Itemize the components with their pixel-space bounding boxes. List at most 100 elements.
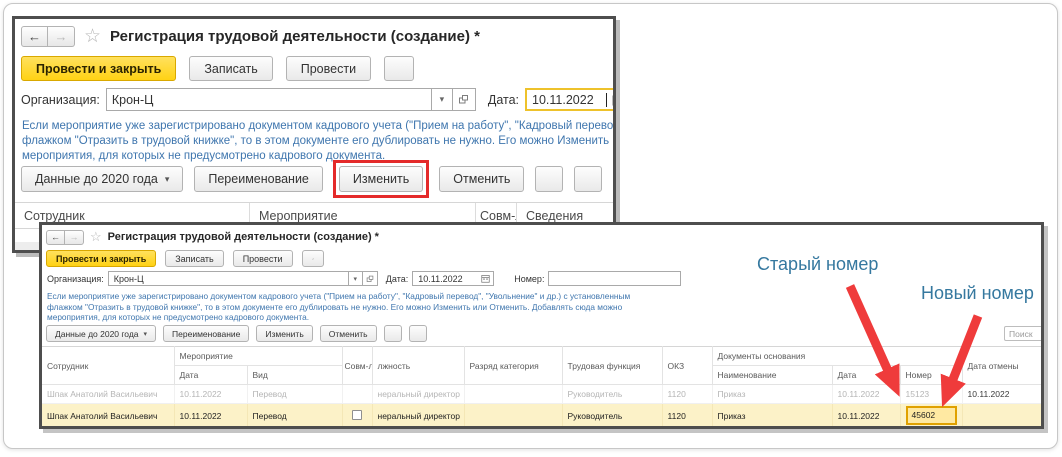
search-input[interactable] [1004, 326, 1044, 341]
cell-event-kind: Перевод [247, 385, 342, 404]
column-position[interactable]: лжность [372, 347, 464, 385]
move-down-button[interactable] [574, 166, 602, 192]
attach-button[interactable] [384, 56, 414, 81]
favorite-star-icon[interactable]: ☆ [84, 25, 101, 48]
favorite-star-icon[interactable]: ☆ [90, 229, 102, 245]
info-text: Если мероприятие уже зарегистрировано до… [47, 291, 1037, 323]
data-before-2020-label: Данные до 2020 года [35, 172, 158, 186]
dropdown-button[interactable]: ▾ [349, 275, 362, 283]
column-doc-date[interactable]: Дата [832, 366, 900, 385]
table-row[interactable]: Шпак Анатолий Васильевич 10.11.2022 Пере… [42, 385, 1044, 404]
number-field[interactable] [548, 271, 681, 286]
column-event-group[interactable]: Мероприятие [174, 347, 342, 366]
post-and-close-button[interactable]: Провести и закрыть [21, 56, 176, 81]
calendar-button[interactable] [607, 94, 616, 106]
old-number-annotation: Старый номер [757, 254, 878, 275]
post-button[interactable]: Провести [286, 56, 371, 81]
cell-event-date: 10.11.2022 [174, 404, 247, 428]
post-button[interactable]: Провести [233, 250, 293, 267]
column-event-kind[interactable]: Вид [247, 366, 342, 385]
dropdown-caret-icon: ▾ [144, 330, 148, 338]
paperclip-icon [312, 254, 314, 264]
date-field[interactable]: 10.11.2022 [412, 271, 494, 286]
date-label: Дата: [386, 274, 408, 284]
info-line: мероприятия, для которых не предусмотрен… [47, 312, 1037, 323]
front-window: ← → ☆ Регистрация трудовой деятельности … [39, 222, 1044, 429]
new-number-annotation: Новый номер [921, 283, 1034, 304]
org-field[interactable]: Крон-Ц ▾ [106, 88, 476, 111]
column-doc-name[interactable]: Наименование [712, 366, 832, 385]
number-label: Номер: [514, 274, 544, 284]
info-line: флажком "Отразить в трудовой книжке", то… [22, 134, 615, 149]
cell-employee: Шпак Анатолий Васильевич [42, 385, 174, 404]
open-icon [458, 94, 469, 105]
cell-doc-number: 15123 [900, 385, 962, 404]
move-up-button[interactable] [535, 166, 563, 192]
org-label: Организация: [47, 274, 104, 284]
open-icon [366, 275, 374, 283]
cell-grade [464, 404, 562, 428]
column-docs-group[interactable]: Документы основания [712, 347, 962, 366]
move-down-button[interactable] [409, 325, 427, 342]
save-button[interactable]: Записать [165, 250, 223, 267]
data-before-2020-button[interactable]: Данные до 2020 года ▾ [46, 325, 156, 342]
cell-position: неральный директор [372, 404, 464, 428]
org-value: Крон-Ц [107, 93, 431, 107]
column-grade[interactable]: Разряд категория [464, 347, 562, 385]
open-link-button[interactable] [363, 275, 377, 283]
part-time-checkbox[interactable] [352, 410, 362, 420]
info-line: флажком "Отразить в трудовой книжке", то… [47, 302, 1037, 313]
info-line: Если мероприятие уже зарегистрировано до… [22, 119, 615, 134]
forward-arrow-button[interactable]: → [48, 26, 75, 47]
date-label: Дата: [488, 93, 519, 107]
back-window: ← → ☆ Регистрация трудовой деятельности … [12, 16, 616, 253]
back-arrow-button[interactable]: ← [46, 230, 65, 245]
move-up-button[interactable] [384, 325, 402, 342]
dropdown-caret-icon: ▾ [165, 174, 170, 185]
post-and-close-button[interactable]: Провести и закрыть [46, 250, 156, 267]
data-before-2020-label: Данные до 2020 года [55, 329, 139, 339]
save-button[interactable]: Записать [189, 56, 272, 81]
date-value: 10.11.2022 [413, 274, 478, 284]
cell-labor-function: Руководитель [562, 404, 662, 428]
cancel-event-button[interactable]: Отменить [320, 325, 377, 342]
column-employee[interactable]: Сотрудник [42, 347, 174, 385]
cell-cancel-date: 10.11.2022 [962, 385, 1044, 404]
events-table: Сотрудник Мероприятие Совм-ль лжность Ра… [42, 346, 1044, 428]
cell-okz: 1120 [662, 404, 712, 428]
dropdown-button[interactable]: ▾ [432, 94, 452, 105]
rename-button[interactable]: Переименование [194, 166, 323, 192]
org-field[interactable]: Крон-Ц ▾ [108, 271, 378, 286]
cell-doc-date: 10.11.2022 [832, 404, 900, 428]
doc-number-edit-value[interactable]: 45602 [906, 406, 957, 425]
column-labor-function[interactable]: Трудовая функция [562, 347, 662, 385]
front-toolbar: Провести и закрыть Записать Провести [46, 250, 324, 267]
calendar-icon [612, 94, 616, 106]
attach-button[interactable] [302, 250, 324, 267]
rename-button[interactable]: Переименование [163, 325, 249, 342]
column-okz[interactable]: ОКЗ [662, 347, 712, 385]
change-button[interactable]: Изменить [256, 325, 312, 342]
front-actions-row: Данные до 2020 года ▾ Переименование Изм… [46, 325, 1043, 342]
back-arrow-button[interactable]: ← [21, 26, 48, 47]
info-line: Если мероприятие уже зарегистрировано до… [47, 291, 1037, 302]
column-event-date[interactable]: Дата [174, 366, 247, 385]
column-cancel-date[interactable]: Дата отмены [962, 347, 1044, 385]
cell-doc-number-editing[interactable]: 45602 [900, 404, 962, 428]
column-part-time[interactable]: Совм-ль [342, 347, 372, 385]
org-value: Крон-Ц [109, 274, 348, 284]
table-row-selected[interactable]: Шпак Анатолий Васильевич 10.11.2022 Пере… [42, 404, 1044, 428]
forward-arrow-button[interactable]: → [65, 230, 84, 245]
nav-buttons: ← → [21, 26, 75, 47]
page-title: Регистрация трудовой деятельности (созда… [110, 28, 480, 45]
calendar-button[interactable] [478, 274, 493, 283]
change-button[interactable]: Изменить [339, 166, 423, 192]
back-fields-row: Организация: Крон-Ц ▾ Дата: 10.11.2022 [21, 88, 616, 111]
date-field[interactable]: 10.11.2022 [525, 88, 616, 111]
date-value: 10.11.2022 [527, 93, 605, 107]
data-before-2020-button[interactable]: Данные до 2020 года ▾ [21, 166, 183, 192]
cell-doc-date: 10.11.2022 [832, 385, 900, 404]
open-link-button[interactable] [453, 94, 475, 105]
column-doc-number[interactable]: Номер [900, 366, 962, 385]
cancel-event-button[interactable]: Отменить [439, 166, 524, 192]
